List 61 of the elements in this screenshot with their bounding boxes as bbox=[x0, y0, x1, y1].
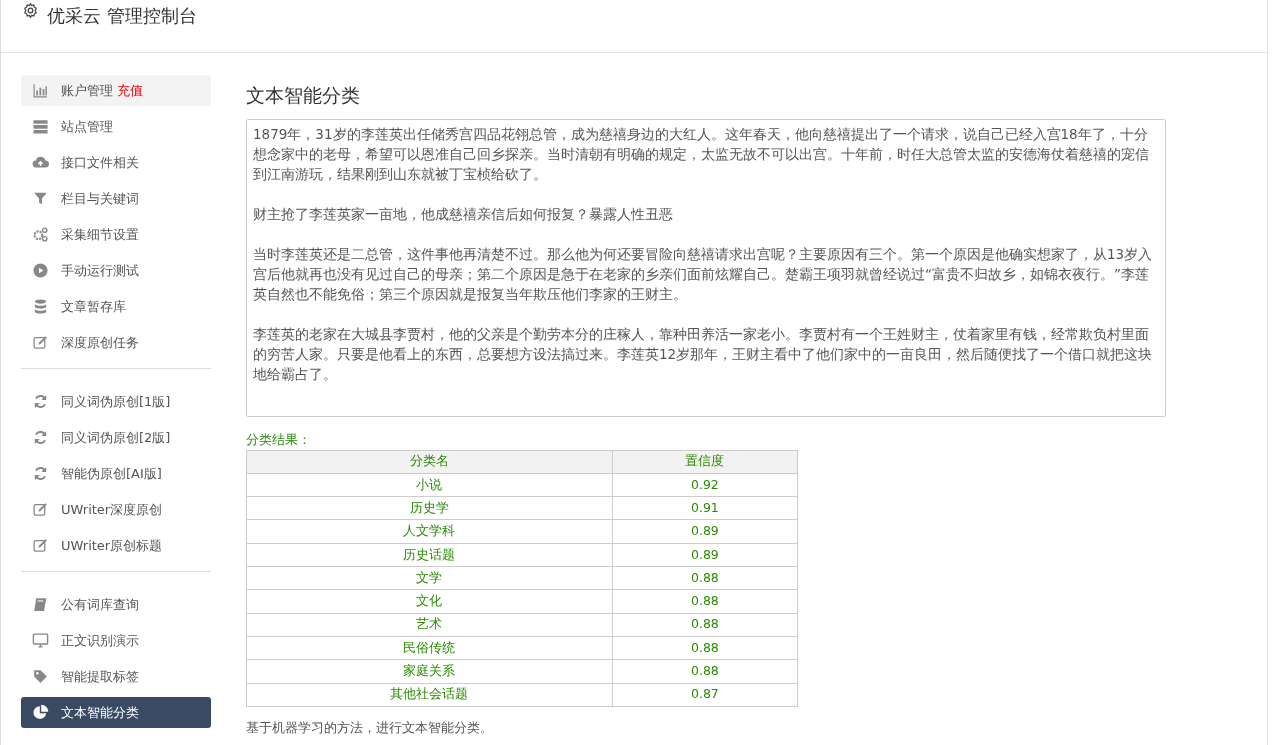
sidebar-item[interactable]: 公有词库查询 bbox=[21, 589, 211, 620]
table-cell: 0.89 bbox=[612, 543, 798, 567]
column-header: 分类名 bbox=[246, 450, 613, 474]
table-cell: 0.88 bbox=[612, 566, 798, 590]
settings-icon bbox=[22, 2, 39, 19]
refresh-icon bbox=[32, 429, 49, 446]
table-cell: 家庭关系 bbox=[246, 659, 613, 683]
page-title: 文本智能分类 bbox=[246, 84, 361, 107]
table-cell: 小说 bbox=[246, 473, 613, 497]
sidebar-item[interactable]: 同义词伪原创[2版] bbox=[21, 422, 211, 453]
refresh-icon bbox=[32, 465, 49, 482]
edit-icon bbox=[32, 537, 49, 554]
table-cell: 0.92 bbox=[612, 473, 798, 497]
description-text: 基于机器学习的方法，进行文本智能分类。 bbox=[246, 718, 494, 737]
table-cell: 0.88 bbox=[612, 659, 798, 683]
server-icon bbox=[32, 118, 49, 135]
table-cell: 文化 bbox=[246, 589, 613, 614]
database-icon bbox=[32, 298, 49, 315]
sidebar-item[interactable]: 账户管理 充值 bbox=[21, 75, 211, 106]
sidebar-item[interactable]: 手动运行测试 bbox=[21, 255, 211, 286]
table-cell: 0.88 bbox=[612, 636, 798, 660]
table-cell: 艺术 bbox=[246, 613, 613, 637]
monitor-icon bbox=[32, 632, 49, 649]
table-cell: 民俗传统 bbox=[246, 636, 613, 660]
refresh-icon bbox=[32, 393, 49, 410]
sidebar-item[interactable]: 采集细节设置 bbox=[21, 219, 211, 250]
app-title: 优采云 管理控制台 bbox=[47, 4, 197, 28]
table-cell: 历史学 bbox=[246, 496, 613, 520]
sidebar-item[interactable]: 接口文件相关 bbox=[21, 147, 211, 178]
result-label: 分类结果： bbox=[246, 430, 312, 449]
sidebar-item[interactable]: 智能伪原创[AI版] bbox=[21, 458, 211, 489]
sidebar-item[interactable]: 站点管理 bbox=[21, 111, 211, 142]
sidebar-item[interactable]: 文本智能分类 bbox=[21, 697, 211, 728]
table-cell: 0.87 bbox=[612, 683, 798, 707]
bar-chart-icon bbox=[32, 82, 49, 99]
play-icon bbox=[32, 262, 49, 279]
text-input-area[interactable]: 1879年，31岁的李莲英出任储秀宫四品花翎总管，成为慈禧身边的大红人。这年春天，他向慈禧提出了一个请求，说自己已经入宫18年了，十分想念家中的老母，希望可以恩准自己回乡探亲。当时清朝有明确的规定，太监无故不可以出宫。十年前，时任大总管太监的安德海仗着慈禧的宠信到江南游玩，结果刚到山东就被丁宝桢给砍了。 财主抢了李莲英家一亩地，他成慈禧亲信后如何报复？暴露人性丑恶 当时李莲英还是二总管，这件事他再清楚不过。那么他为何还要冒险向慈禧请求出宫呢？主要原因有三个。第一个原因是他确实想家了，从13岁入宫后他就再也没有见过自己的母亲；第二个原因是急于在老家的乡亲们面前炫耀自己。楚霸王项羽就曾经说过“富贵不归故乡，如锦衣夜行。”李莲英自然也不能免俗；第三个原因就是报复当年欺压他们李家的王财主。 李莲英的老家在大城县李贾村，他的父亲是个勤劳本分的庄稼人，靠种田养活一家老小。李贾村有一个王姓财主，仗着家里有钱，经常欺负村里面的穷苦人家。只要是他看上的东西，总要想方设法搞过来。李莲英12岁那年，王财主看中了他们家中的一亩良田，然后随便找了一个借口就把这块地给霸占了。 bbox=[246, 118, 1166, 417]
sidebar-item[interactable]: 栏目与关键词 bbox=[21, 183, 211, 214]
table-cell: 0.89 bbox=[612, 519, 798, 544]
book-icon bbox=[32, 596, 49, 613]
table-cell: 0.88 bbox=[612, 589, 798, 614]
sidebar-item[interactable]: 文章暂存库 bbox=[21, 291, 211, 322]
sidebar-item[interactable]: UWriter原创标题 bbox=[21, 530, 211, 561]
sidebar-item[interactable]: 智能提取标签 bbox=[21, 661, 211, 692]
sidebar-item[interactable]: UWriter深度原创 bbox=[21, 494, 211, 525]
sidebar-item[interactable]: 正文识别演示 bbox=[21, 625, 211, 656]
table-cell: 0.91 bbox=[612, 496, 798, 520]
tag-icon bbox=[32, 668, 49, 685]
table-cell: 其他社会话题 bbox=[246, 683, 613, 707]
filter-icon bbox=[32, 190, 49, 207]
table-cell: 文学 bbox=[246, 566, 613, 590]
table-cell: 历史话题 bbox=[246, 543, 613, 567]
edit-icon bbox=[32, 501, 49, 518]
column-header: 置信度 bbox=[612, 450, 798, 474]
table-cell: 0.88 bbox=[612, 613, 798, 637]
table-cell: 人文学科 bbox=[246, 519, 613, 544]
edit-icon bbox=[32, 334, 49, 351]
sidebar-item[interactable]: 同义词伪原创[1版] bbox=[21, 386, 211, 417]
gears-icon bbox=[32, 226, 49, 243]
sidebar-item[interactable]: 深度原创任务 bbox=[21, 327, 211, 358]
pie-chart-icon bbox=[32, 704, 49, 721]
